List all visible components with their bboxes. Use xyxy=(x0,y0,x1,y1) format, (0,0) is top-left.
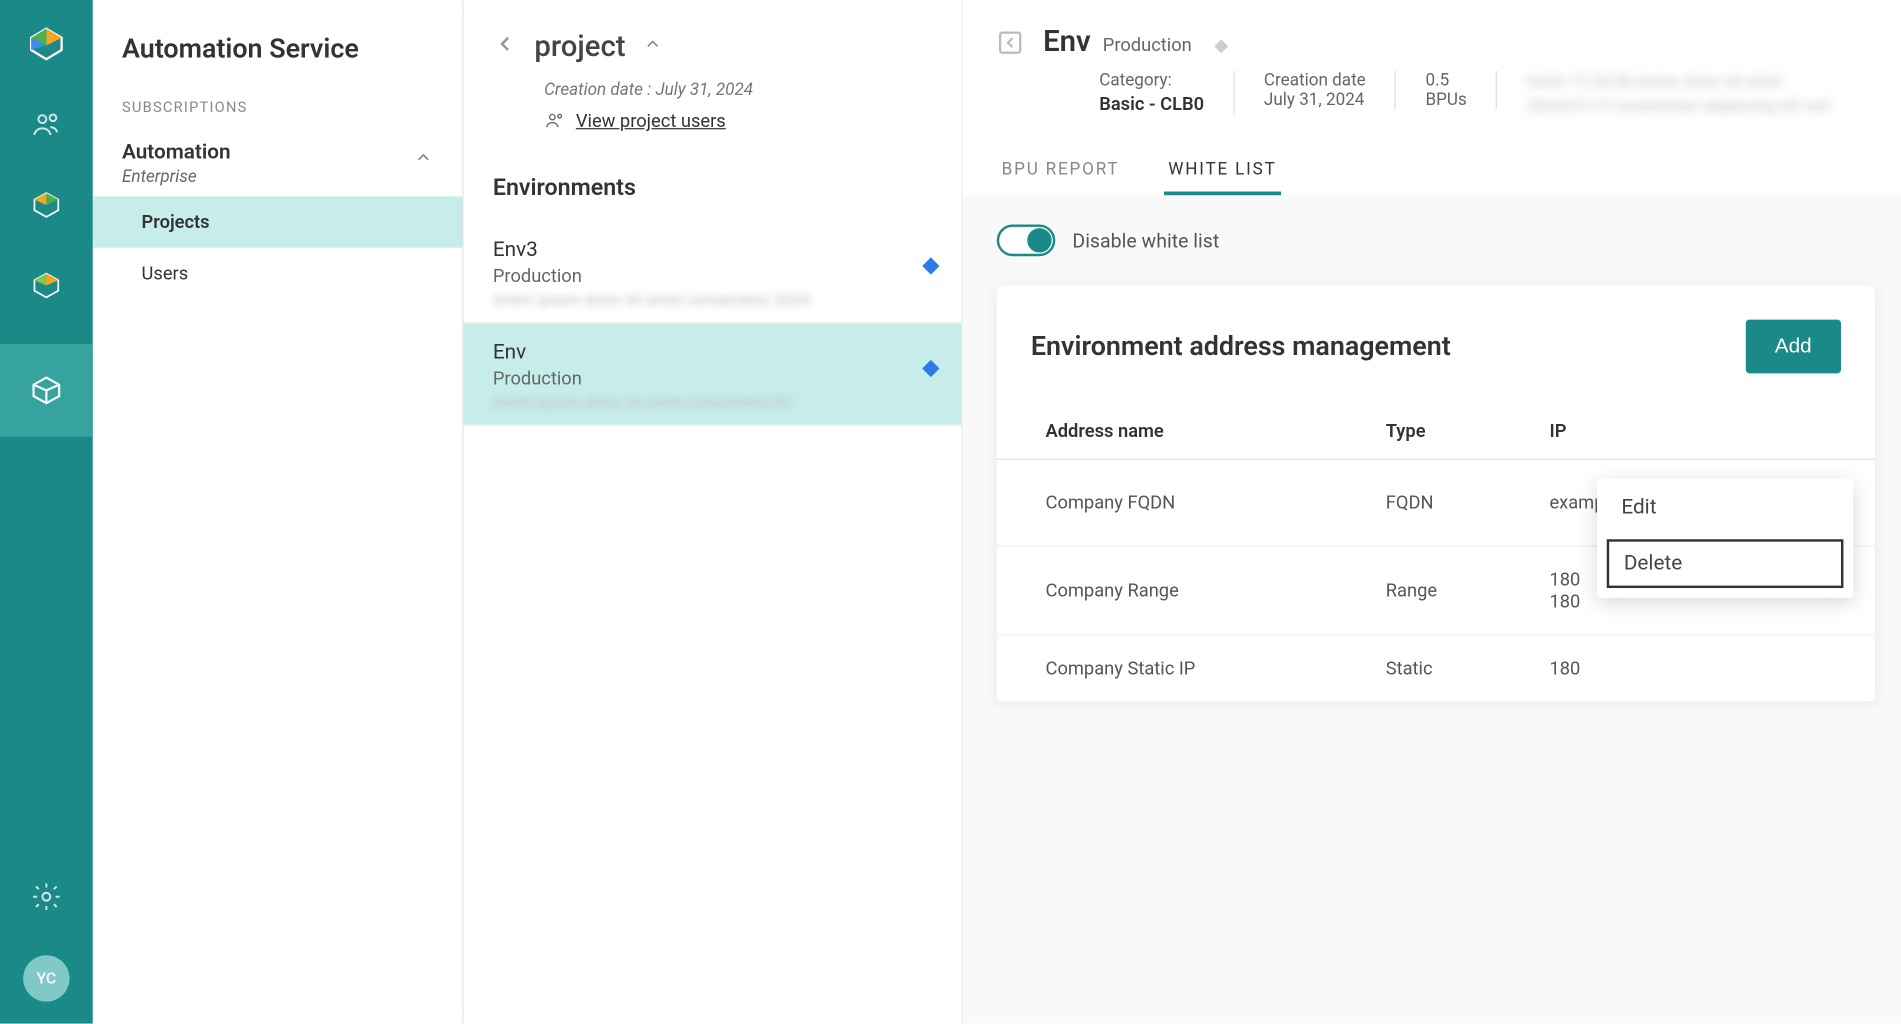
cell-name: Company Range xyxy=(997,546,1362,635)
col-address-name: Address name xyxy=(997,403,1362,460)
subscription-name: Automation xyxy=(122,140,231,164)
row-context-menu: Edit Delete xyxy=(1597,478,1853,598)
diamond-icon xyxy=(1214,39,1228,53)
env-badge: Production xyxy=(1103,34,1192,56)
env-tag: Production xyxy=(493,265,932,287)
menu-item-edit[interactable]: Edit xyxy=(1597,478,1853,537)
settings-rail-icon[interactable] xyxy=(24,875,68,919)
toggle-label: Disable white list xyxy=(1072,229,1219,252)
cell-type: FQDN xyxy=(1361,459,1525,546)
env-tag: Production xyxy=(493,367,932,389)
env-name: Env3 xyxy=(493,238,932,262)
env-name: Env xyxy=(493,340,932,364)
project-title: project xyxy=(534,29,625,63)
cell-type: Range xyxy=(1361,546,1525,635)
subscription-tier: Enterprise xyxy=(122,167,231,187)
tab-white-list[interactable]: WHITE LIST xyxy=(1163,148,1281,196)
card-title: Environment address management xyxy=(1031,331,1451,362)
disable-whitelist-toggle[interactable] xyxy=(997,224,1056,256)
tab-bpu-report[interactable]: BPU REPORT xyxy=(997,148,1125,196)
environments-heading: Environments xyxy=(464,154,962,221)
cell-ip: 180 xyxy=(1525,635,1785,701)
nav-item-projects[interactable]: Projects xyxy=(93,196,463,247)
main-panel: Env Production Category: Basic - CLB0 Cr… xyxy=(961,0,1901,1024)
cube-rail-icon-1[interactable] xyxy=(24,183,68,227)
env-blur-text: lorem ipsum dolor sit amet consectetur 2… xyxy=(493,292,932,310)
table-row: Company Static IP Static 180 xyxy=(997,635,1875,701)
project-creation-date: Creation date : July 31, 2024 xyxy=(544,81,932,101)
users-rail-icon[interactable] xyxy=(24,102,68,146)
subscription-item[interactable]: Automation Enterprise xyxy=(93,131,463,197)
creation-date-label: Creation date xyxy=(1264,71,1366,91)
cube-rail-icon-active[interactable] xyxy=(0,344,93,437)
bpu-value: 0.5 xyxy=(1425,71,1466,91)
project-panel: project Creation date : July 31, 2024 Vi… xyxy=(464,0,962,1024)
cell-name: Company Static IP xyxy=(997,635,1362,701)
collapse-icon[interactable] xyxy=(997,29,1024,61)
cell-type: Static xyxy=(1361,635,1525,701)
sidebar-title: Automation Service xyxy=(93,34,463,99)
cube-rail-icon-2[interactable] xyxy=(24,264,68,308)
creation-date-value: July 31, 2024 xyxy=(1264,90,1366,110)
user-avatar[interactable]: YC xyxy=(23,955,69,1001)
bpu-label: BPUs xyxy=(1425,90,1466,110)
users-icon xyxy=(544,110,566,132)
environment-item-env3[interactable]: Env3 Production lorem ipsum dolor sit am… xyxy=(464,221,962,323)
chevron-up-icon[interactable] xyxy=(643,34,663,58)
category-label: Category: xyxy=(1099,71,1204,91)
col-type: Type xyxy=(1361,403,1525,460)
cell-name: Company FQDN xyxy=(997,459,1362,546)
menu-item-delete[interactable]: Delete xyxy=(1607,539,1844,588)
back-arrow-icon[interactable] xyxy=(493,32,517,61)
env-blur-text: lorem ipsum dolor sit amet consectetur 0… xyxy=(493,394,932,412)
logo-icon[interactable] xyxy=(24,22,68,66)
category-value: Basic - CLB0 xyxy=(1099,93,1204,115)
env-title: Env xyxy=(1043,24,1091,58)
environment-item-env[interactable]: Env Production lorem ipsum dolor sit ame… xyxy=(464,323,962,425)
sidebar: Automation Service SUBSCRIPTIONS Automat… xyxy=(93,0,464,1024)
col-ip: IP xyxy=(1525,403,1785,460)
address-management-card: Environment address management Add Addre… xyxy=(997,285,1875,701)
nav-rail: YC xyxy=(0,0,93,1024)
chevron-up-icon[interactable] xyxy=(414,148,434,174)
view-project-users-link[interactable]: View project users xyxy=(576,110,726,132)
add-button[interactable]: Add xyxy=(1746,320,1841,374)
blur-text: lorem 12.34.56 ipsum dolor sit amet 2024… xyxy=(1527,71,1844,119)
section-label: SUBSCRIPTIONS xyxy=(93,99,463,131)
nav-item-users[interactable]: Users xyxy=(93,248,463,299)
